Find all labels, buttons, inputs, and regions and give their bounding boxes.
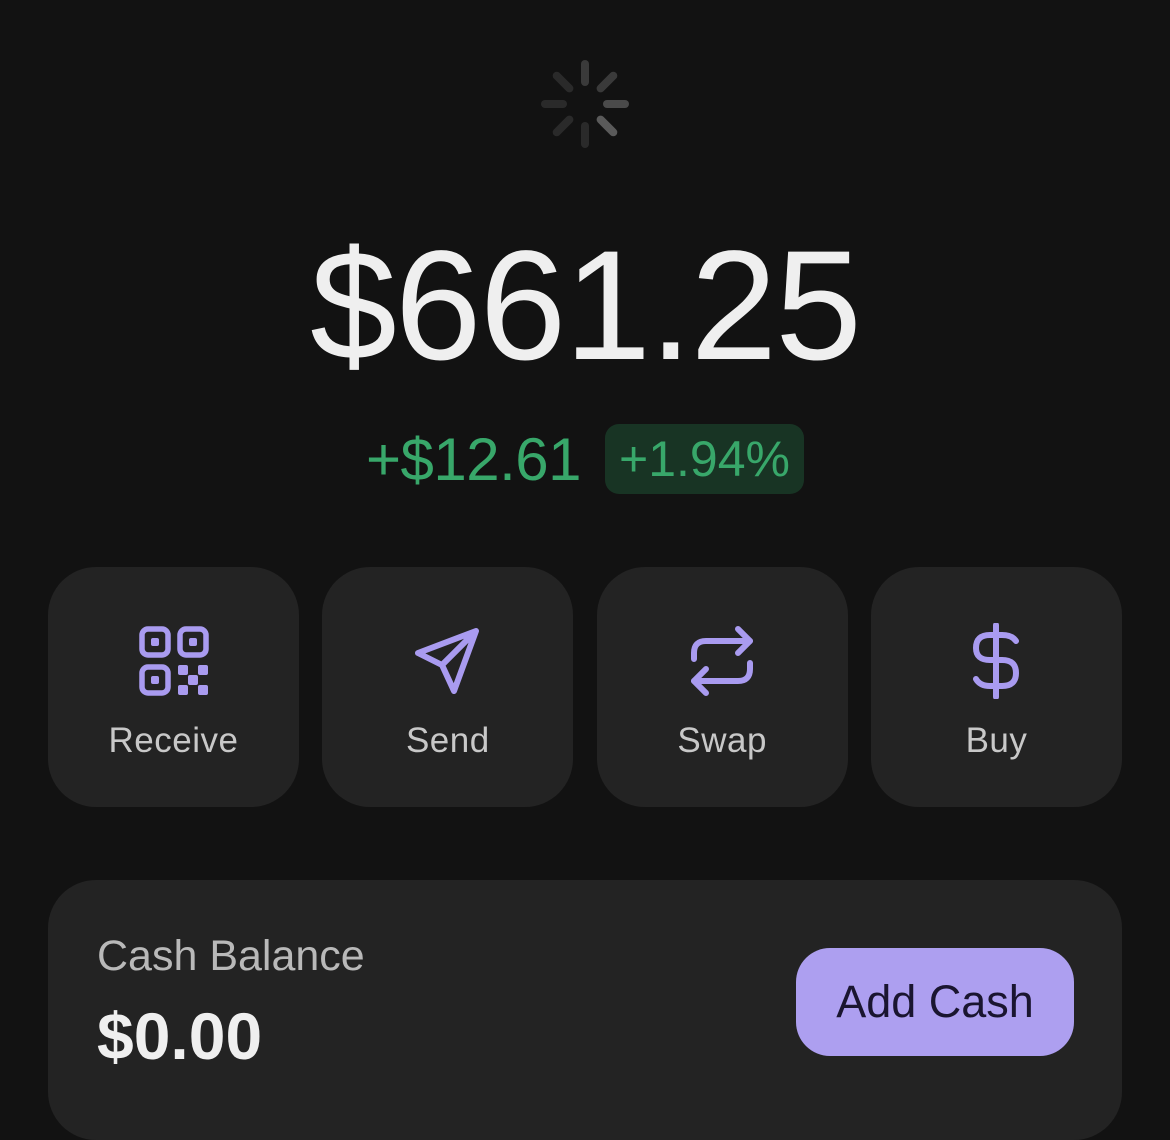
buy-label: Buy: [965, 721, 1028, 760]
cash-balance-card: Cash Balance $0.00 Add Cash: [48, 880, 1122, 1140]
send-button[interactable]: Send: [322, 567, 574, 807]
swap-label: Swap: [677, 721, 767, 760]
receive-label: Receive: [108, 721, 239, 760]
swap-button[interactable]: Swap: [596, 567, 848, 807]
cash-balance-label: Cash Balance: [97, 932, 365, 980]
balance-change-amount: +$12.61: [365, 425, 582, 493]
receive-button[interactable]: Receive: [48, 567, 299, 807]
balance-change-percent-badge: +1.94%: [605, 424, 805, 494]
send-label: Send: [405, 721, 490, 760]
loading-spinner-icon: [541, 60, 629, 148]
cash-balance-value: $0.00: [97, 999, 263, 1073]
qr-code-icon: [138, 626, 209, 696]
paper-plane-icon: [414, 628, 479, 694]
add-cash-button[interactable]: Add Cash: [796, 948, 1074, 1056]
swap-arrows-icon: [691, 626, 754, 696]
balance-change-row: +$12.61 +1.94%: [0, 422, 1170, 496]
portfolio-balance: $661.25: [310, 219, 862, 393]
dollar-sign-icon: [973, 623, 1020, 699]
action-buttons: Receive Send Swap Buy: [48, 567, 1122, 807]
buy-button[interactable]: Buy: [870, 567, 1122, 807]
